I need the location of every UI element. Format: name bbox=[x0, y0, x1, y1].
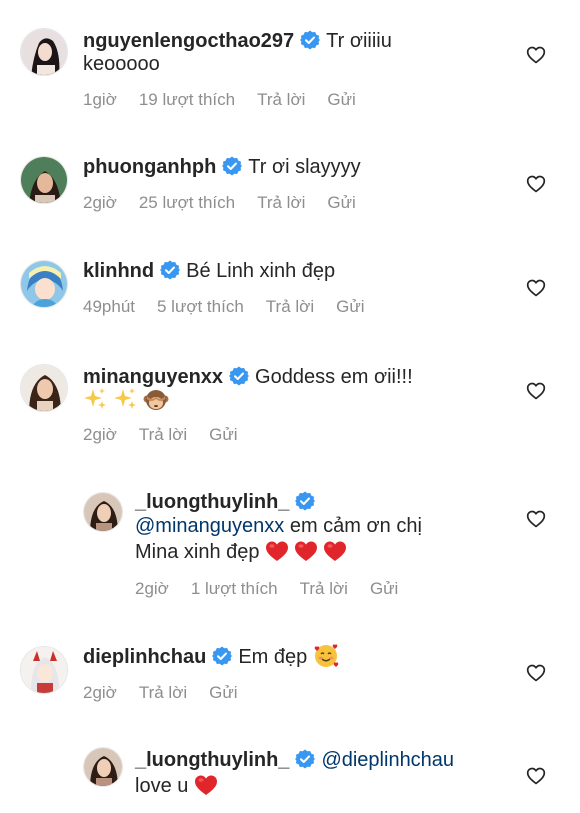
avatar[interactable] bbox=[20, 364, 68, 412]
mention-link[interactable]: @minanguyenxx bbox=[135, 515, 284, 537]
heart-outline-icon[interactable] bbox=[526, 45, 546, 65]
comment-text: Em đẹp bbox=[238, 646, 308, 668]
comment-body: klinhnd Bé Linh xinh đẹp bbox=[83, 256, 335, 286]
comment-meta: 2giờ Trả lời Gửi bbox=[83, 682, 260, 704]
see-no-evil-monkey-emoji-icon bbox=[143, 387, 169, 413]
reply-button[interactable]: Trả lời bbox=[139, 683, 187, 702]
avatar[interactable] bbox=[20, 28, 68, 76]
reply-button[interactable]: Trả lời bbox=[300, 579, 348, 598]
comment-meta: 2giờ Trả lời Gửi bbox=[83, 424, 260, 446]
comment-text: Bé Linh xinh đẹp bbox=[186, 260, 336, 282]
verified-badge-icon bbox=[160, 260, 180, 280]
verified-badge-icon bbox=[300, 30, 320, 50]
heart-outline-icon[interactable] bbox=[526, 509, 546, 529]
comment-body: dieplinhchau Em đẹp bbox=[83, 642, 339, 672]
emoji-line bbox=[83, 386, 169, 416]
mention-link[interactable]: @dieplinhchau bbox=[321, 749, 454, 771]
timestamp: 2giờ bbox=[83, 425, 117, 444]
timestamp: 2giờ bbox=[135, 579, 169, 598]
username[interactable]: _luongthuylinh_ bbox=[135, 491, 289, 513]
heart-outline-icon[interactable] bbox=[526, 766, 546, 786]
avatar[interactable] bbox=[83, 747, 123, 787]
verified-badge-icon bbox=[222, 156, 242, 176]
heart-outline-icon[interactable] bbox=[526, 381, 546, 401]
avatar[interactable] bbox=[20, 260, 68, 308]
comment-meta: 2giờ 1 lượt thích Trả lời Gửi bbox=[135, 578, 420, 600]
reply-button[interactable]: Trả lời bbox=[266, 297, 314, 316]
comment-body: phuonganhph Tr ơi slayyyy bbox=[83, 152, 361, 182]
red-heart-emoji-icon bbox=[294, 540, 318, 562]
reply-button[interactable]: Trả lời bbox=[257, 90, 305, 109]
verified-badge-icon bbox=[229, 366, 249, 386]
smiling-face-with-hearts-emoji-icon bbox=[313, 643, 339, 669]
like-count[interactable]: 19 lượt thích bbox=[139, 90, 235, 109]
comment-text: em cảm ơn chị bbox=[289, 515, 422, 537]
comment-text-continued: keooooo bbox=[83, 53, 160, 75]
timestamp: 2giờ bbox=[83, 683, 117, 702]
avatar[interactable] bbox=[20, 156, 68, 204]
send-button[interactable]: Gửi bbox=[209, 425, 237, 444]
heart-outline-icon[interactable] bbox=[526, 663, 546, 683]
send-button[interactable]: Gửi bbox=[327, 193, 355, 212]
avatar[interactable] bbox=[20, 646, 68, 694]
red-heart-emoji-icon bbox=[265, 540, 289, 562]
username[interactable]: _luongthuylinh_ bbox=[135, 749, 289, 771]
username[interactable]: klinhnd bbox=[83, 260, 154, 282]
reply-button[interactable]: Trả lời bbox=[139, 425, 187, 444]
like-count[interactable]: 1 lượt thích bbox=[191, 579, 278, 598]
timestamp: 49phút bbox=[83, 297, 135, 316]
reply-body: love u bbox=[135, 771, 223, 801]
heart-outline-icon[interactable] bbox=[526, 174, 546, 194]
reply-button[interactable]: Trả lời bbox=[257, 193, 305, 212]
timestamp: 2giờ bbox=[83, 193, 117, 212]
comment-text: love u bbox=[135, 775, 189, 797]
send-button[interactable]: Gửi bbox=[327, 90, 355, 109]
comment-meta: 2giờ 25 lượt thích Trả lời Gửi bbox=[83, 192, 378, 214]
sparkles-emoji-icon bbox=[83, 387, 107, 411]
comment-text: Goddess em ơii!!! bbox=[255, 366, 413, 388]
send-button[interactable]: Gửi bbox=[370, 579, 398, 598]
comment-text: Tr ơi slayyyy bbox=[248, 156, 361, 178]
comment-text: Tr ơiiiiu bbox=[326, 30, 392, 52]
reply-body-continued: Mina xinh đẹp bbox=[135, 537, 352, 567]
avatar[interactable] bbox=[83, 492, 123, 532]
username[interactable]: phuonganhph bbox=[83, 156, 216, 178]
verified-badge-icon bbox=[295, 749, 315, 769]
username[interactable]: dieplinhchau bbox=[83, 646, 206, 668]
send-button[interactable]: Gửi bbox=[209, 683, 237, 702]
sparkles-emoji-icon bbox=[113, 387, 137, 411]
red-heart-emoji-icon bbox=[194, 774, 218, 796]
like-count[interactable]: 25 lượt thích bbox=[139, 193, 235, 212]
red-heart-emoji-icon bbox=[323, 540, 347, 562]
timestamp: 1giờ bbox=[83, 90, 117, 109]
verified-badge-icon bbox=[295, 491, 315, 511]
username[interactable]: minanguyenxx bbox=[83, 366, 223, 388]
comment-meta: 49phút 5 lượt thích Trả lời Gửi bbox=[83, 296, 386, 318]
send-button[interactable]: Gửi bbox=[336, 297, 364, 316]
comment-meta: 1giờ 19 lượt thích Trả lời Gửi bbox=[83, 89, 378, 111]
verified-badge-icon bbox=[212, 646, 232, 666]
comment-text-continued: Mina xinh đẹp bbox=[135, 541, 260, 563]
heart-outline-icon[interactable] bbox=[526, 278, 546, 298]
like-count[interactable]: 5 lượt thích bbox=[157, 297, 244, 316]
